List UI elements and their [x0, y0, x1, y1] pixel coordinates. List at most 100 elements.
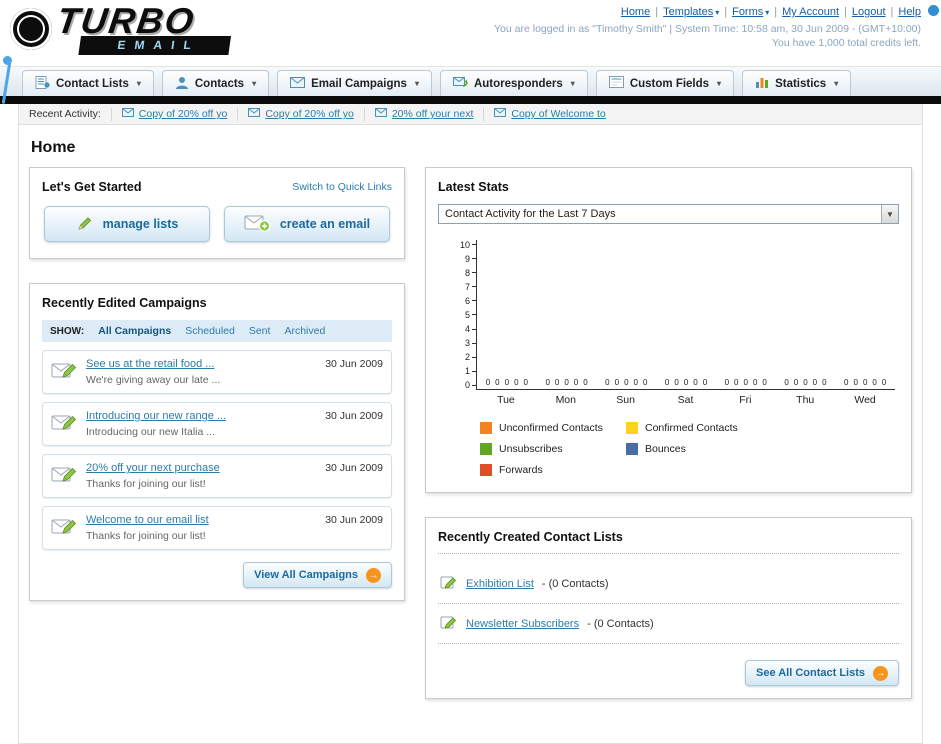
chart-day-values: 00000 — [545, 378, 587, 387]
chart-value-label: 0 — [734, 378, 739, 387]
filter-archived[interactable]: Archived — [284, 325, 325, 337]
tab-contacts[interactable]: Contacts ▾ — [161, 70, 270, 96]
see-all-contact-lists-button[interactable]: See All Contact Lists → — [744, 660, 899, 686]
legend-label: Unconfirmed Contacts — [499, 422, 603, 434]
recent-activity-link[interactable]: Copy of Welcome to — [511, 108, 605, 120]
envelope-pencil-icon — [51, 516, 78, 541]
chart-day-column: 00000 — [835, 240, 895, 389]
x-axis-label: Sun — [616, 394, 635, 406]
y-axis-tick-label: 4 — [464, 324, 470, 335]
recent-activity-link[interactable]: Copy of 20% off yo — [139, 108, 228, 120]
contact-lists-icon — [35, 75, 50, 92]
chart-value-label: 0 — [514, 378, 519, 387]
contact-list-link[interactable]: Newsletter Subscribers — [466, 618, 579, 630]
legend-item: Forwards — [480, 464, 626, 476]
nav-logout-link[interactable]: Logout — [852, 6, 886, 18]
campaign-title-link[interactable]: Introducing our new range ... — [86, 410, 317, 422]
y-axis-tick-label: 0 — [464, 380, 470, 391]
campaign-date: 30 Jun 2009 — [325, 410, 383, 422]
contact-list-item[interactable]: Newsletter Subscribers - (0 Contacts) — [438, 604, 899, 644]
chart-day-values: 00000 — [486, 378, 528, 387]
recent-activity-item[interactable]: Copy of 20% off yo — [110, 107, 238, 121]
campaign-title-link[interactable]: Welcome to our email list — [86, 514, 317, 526]
y-axis-tick-label: 3 — [464, 338, 470, 349]
chart-day-column: 00000 — [716, 240, 776, 389]
session-info: You are logged in as "Timothy Smith" | S… — [494, 23, 921, 35]
manage-lists-button[interactable]: manage lists — [44, 206, 210, 242]
nav-my-account-link[interactable]: My Account — [782, 6, 839, 18]
y-axis-tick: 5 — [450, 310, 476, 320]
tab-label: Statistics — [775, 77, 827, 90]
campaign-subtitle: Thanks for joining our list! — [86, 530, 206, 542]
campaign-item[interactable]: See us at the retail food ... We're givi… — [42, 350, 392, 394]
recent-activity-item[interactable]: Copy of 20% off yo — [237, 107, 364, 121]
chart-value-label: 0 — [633, 378, 638, 387]
separator: | — [890, 6, 894, 18]
x-axis-label: Thu — [796, 394, 815, 406]
caret-down-icon: ▾ — [765, 8, 770, 17]
recent-activity-item[interactable]: 20% off your next — [363, 107, 484, 121]
legend-swatch-bounces — [626, 443, 638, 455]
view-all-campaigns-button[interactable]: View All Campaigns → — [243, 562, 392, 588]
campaign-title-link[interactable]: See us at the retail food ... — [86, 358, 317, 370]
tab-label: Contacts — [194, 77, 245, 90]
separator: | — [724, 6, 728, 18]
recent-activity-link[interactable]: Copy of 20% off yo — [265, 108, 354, 120]
tab-label: Email Campaigns — [311, 77, 407, 90]
legend-item: Bounces — [626, 443, 772, 455]
main-content: Home Let's Get Started Switch to Quick L… — [19, 125, 922, 743]
campaign-item[interactable]: Introducing our new range ... Introducin… — [42, 402, 392, 446]
y-axis-tick: 7 — [450, 282, 476, 292]
legend-item: Unsubscribes — [480, 443, 626, 455]
campaign-item[interactable]: Welcome to our email list Thanks for joi… — [42, 506, 392, 550]
separator: | — [655, 6, 659, 18]
nav-home-link[interactable]: Home — [621, 6, 650, 18]
tab-autoresponders[interactable]: Autoresponders ▾ — [439, 70, 588, 96]
caret-down-icon: ▾ — [715, 8, 720, 17]
chart-day-column: 00000 — [537, 240, 597, 389]
dropdown-arrow-icon: ▼ — [881, 205, 898, 223]
tab-contact-lists[interactable]: Contact Lists ▾ — [22, 70, 154, 96]
envelope-icon — [121, 108, 134, 120]
switch-quick-links-link[interactable]: Switch to Quick Links — [292, 181, 392, 193]
tab-email-campaigns[interactable]: Email Campaigns ▾ — [277, 70, 432, 96]
tab-custom-fields[interactable]: Custom Fields ▾ — [595, 70, 735, 96]
nav-templates-link[interactable]: Templates — [663, 6, 713, 18]
recent-activity-item[interactable]: Copy of Welcome to — [483, 107, 615, 121]
recent-activity-link[interactable]: 20% off your next — [392, 108, 474, 120]
logo-subtitle: EMAIL — [78, 36, 232, 55]
tab-statistics[interactable]: Statistics ▾ — [742, 70, 852, 96]
caret-down-icon: ▾ — [414, 79, 419, 88]
get-started-title: Let's Get Started — [42, 180, 142, 194]
stats-filter-select[interactable]: Contact Activity for the Last 7 Days ▼ — [438, 204, 899, 224]
y-axis-tick: 3 — [450, 338, 476, 349]
filter-sent[interactable]: Sent — [249, 325, 271, 337]
pencil-icon — [440, 574, 458, 593]
caret-down-icon: ▾ — [136, 79, 141, 88]
legend-label: Forwards — [499, 464, 543, 476]
chart-day-values: 00000 — [605, 378, 647, 387]
contact-activity-chart: 10 9 8 7 6 5 4 3 2 1 0 000000000000000000000000000… — [450, 240, 895, 406]
pencil-icon — [440, 614, 458, 633]
logo-text: TURBO EMAIL — [38, 0, 235, 55]
filter-all-campaigns[interactable]: All Campaigns — [98, 325, 171, 337]
top-nav: Home | Templates ▾ | Forms ▾ | My Account | Logout… — [494, 6, 921, 18]
y-axis-tick: 2 — [450, 352, 476, 362]
chart-value-label: 0 — [573, 378, 579, 387]
y-axis-tick-label: 9 — [464, 253, 470, 264]
manage-lists-label: manage lists — [102, 217, 179, 231]
chart-legend: Unconfirmed Contacts Confirmed Contacts … — [480, 422, 899, 476]
legend-swatch-unsubscribes — [480, 443, 492, 455]
nav-help-link[interactable]: Help — [898, 6, 921, 18]
campaign-title-link[interactable]: 20% off your next purchase — [86, 462, 317, 474]
contact-list-item[interactable]: Exhibition List - (0 Contacts) — [438, 564, 899, 604]
chart-value-label: 0 — [674, 378, 679, 387]
chart-plot-wrap: 00000000000000000000000000000000000 Tue M… — [476, 240, 895, 406]
see-all-contact-lists-label: See All Contact Lists — [755, 667, 865, 679]
campaign-item[interactable]: 20% off your next purchase Thanks for jo… — [42, 454, 392, 498]
nav-forms-link[interactable]: Forms — [732, 6, 763, 18]
credits-info: You have 1,000 total credits left. — [771, 37, 921, 49]
create-email-button[interactable]: create an email — [224, 206, 390, 242]
contact-list-link[interactable]: Exhibition List — [466, 578, 534, 590]
filter-scheduled[interactable]: Scheduled — [185, 325, 235, 337]
